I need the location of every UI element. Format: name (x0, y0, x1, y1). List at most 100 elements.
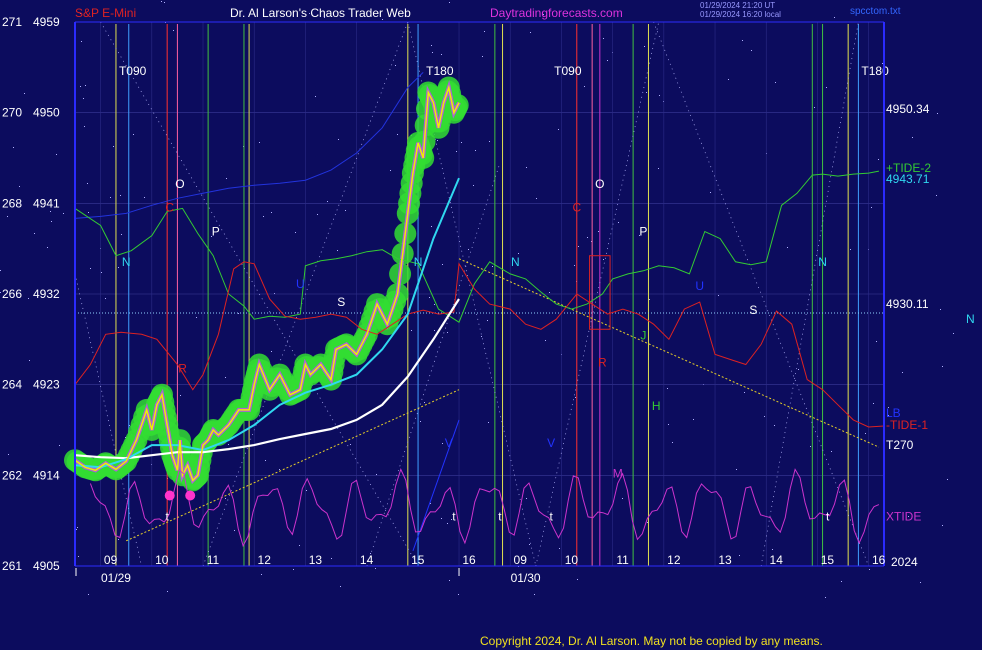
y-tick-right: 4959 (33, 15, 60, 29)
star (259, 142, 260, 143)
annotation-label: S (337, 295, 345, 309)
star (133, 134, 134, 135)
star (87, 183, 88, 184)
star (841, 581, 842, 582)
star (834, 17, 835, 18)
x-tick-label: 15 (411, 553, 425, 567)
star (647, 522, 648, 523)
star (80, 86, 81, 87)
annotation-label: R (598, 356, 607, 370)
star (167, 591, 168, 592)
star (447, 332, 448, 333)
star (559, 548, 560, 549)
star (77, 527, 78, 528)
site-link[interactable]: Daytradingforecasts.com (490, 6, 623, 20)
star (431, 226, 432, 227)
star (110, 197, 111, 198)
annotation-label: t (550, 510, 554, 524)
star (742, 40, 743, 41)
year-label: 2024 (891, 555, 918, 569)
copyright-notice: Copyright 2024, Dr. Al Larson. May not b… (480, 634, 823, 648)
annotation-label: U (695, 279, 704, 293)
star (584, 86, 585, 87)
star (315, 96, 316, 97)
star (468, 249, 469, 250)
star (327, 201, 328, 202)
star (825, 597, 826, 598)
star (271, 212, 272, 213)
star (0, 292, 1, 293)
star (76, 529, 77, 530)
star (458, 594, 459, 595)
star (29, 360, 30, 361)
star (13, 147, 14, 148)
star (603, 38, 604, 39)
star (88, 212, 89, 213)
star (395, 65, 396, 66)
star (226, 178, 227, 179)
star (578, 246, 579, 247)
star (545, 340, 546, 341)
star (487, 320, 488, 321)
xtide-line (89, 468, 880, 548)
x-tick-label: 12 (258, 553, 272, 567)
star (598, 231, 599, 232)
star (434, 304, 435, 305)
annotation-label: N (414, 255, 423, 269)
star (431, 45, 432, 46)
star (295, 232, 296, 233)
star (441, 54, 442, 55)
star (912, 137, 913, 138)
star (437, 140, 438, 141)
annotation-label: O (175, 177, 184, 191)
star (529, 544, 530, 545)
star (618, 222, 619, 223)
annotation-label: M (613, 466, 623, 480)
star (482, 56, 483, 57)
star (90, 268, 91, 269)
star (667, 388, 668, 389)
star (865, 433, 866, 434)
star (397, 134, 398, 135)
star (826, 87, 827, 88)
star (736, 469, 737, 470)
star (84, 126, 85, 127)
y-tick-left: 270 (2, 106, 22, 120)
star (59, 445, 60, 446)
x-tick-label: 11 (207, 553, 220, 567)
star (271, 351, 272, 352)
star (56, 154, 57, 155)
star (234, 530, 235, 531)
star (644, 46, 645, 47)
star (718, 295, 719, 296)
annotation-label: N (511, 255, 520, 269)
star (526, 167, 527, 168)
star (8, 454, 9, 455)
annotation-label: V (547, 436, 555, 450)
star (180, 395, 181, 396)
x-tick-label: 14 (770, 553, 784, 567)
star (744, 392, 745, 393)
star (772, 549, 773, 550)
right-label: 4943.71 (886, 172, 930, 186)
star (936, 195, 937, 196)
star (429, 297, 430, 298)
file-name: spcctom.txt (850, 6, 901, 17)
x-tick-label: 16 (462, 553, 476, 567)
star (603, 259, 604, 260)
y-tick-right: 4923 (33, 378, 60, 392)
star (350, 444, 351, 445)
star (81, 41, 82, 42)
star (225, 498, 226, 499)
star (920, 582, 921, 583)
star (432, 52, 433, 53)
annotation-label: U (296, 277, 305, 291)
star (710, 192, 711, 193)
star (878, 159, 879, 160)
star (693, 419, 694, 420)
star (19, 186, 20, 187)
star (456, 151, 457, 152)
star (83, 98, 84, 99)
star (85, 85, 86, 86)
star (120, 195, 121, 196)
